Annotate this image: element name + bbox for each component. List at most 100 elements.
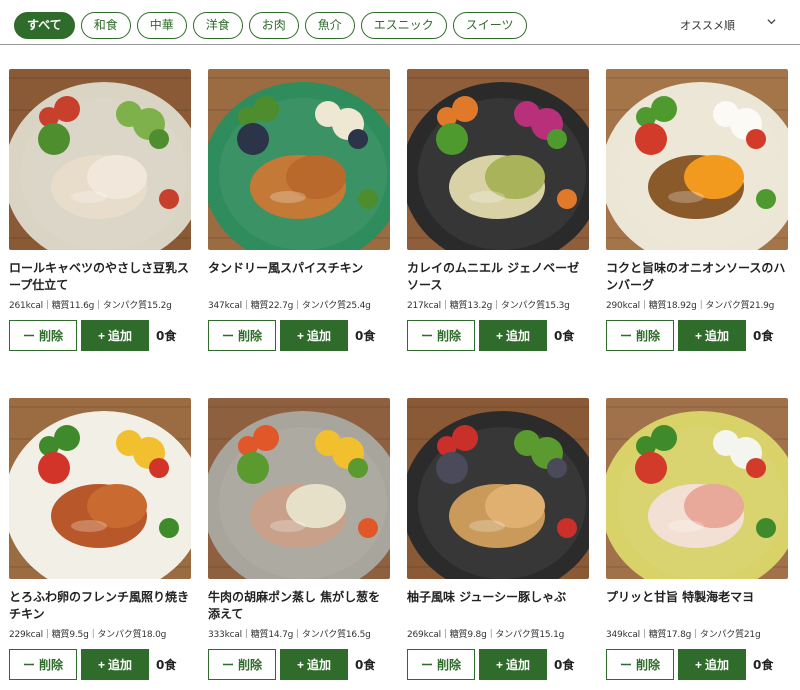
add-label: 追加 bbox=[506, 658, 531, 672]
delete-label: 削除 bbox=[238, 658, 263, 672]
meal-photo[interactable] bbox=[606, 69, 788, 250]
meal-name[interactable]: タンドリー風スパイスチキン bbox=[208, 260, 390, 294]
meal-photo[interactable] bbox=[407, 398, 589, 579]
filter-chip-western[interactable]: 洋食 bbox=[192, 12, 243, 39]
meal-name[interactable]: とろふわ卵のフレンチ風照り焼きチキン bbox=[9, 589, 191, 623]
meal-name[interactable]: プリッと甘旨 特製海老マヨ bbox=[606, 589, 788, 623]
delete-label: 削除 bbox=[636, 329, 661, 343]
meal-photo[interactable] bbox=[407, 69, 589, 250]
delete-button[interactable]: ー 削除 bbox=[407, 649, 475, 680]
delete-label: 削除 bbox=[238, 329, 263, 343]
quantity-display: 0食 bbox=[554, 327, 574, 344]
quantity-display: 0食 bbox=[355, 327, 375, 344]
category-filter-chips: すべて 和食 中華 洋食 お肉 魚介 エスニック スイーツ bbox=[14, 12, 527, 39]
meal-photo[interactable] bbox=[208, 398, 390, 579]
filter-chip-meat[interactable]: お肉 bbox=[248, 12, 299, 39]
meal-actions: ー 削除 + 追加 0食 bbox=[407, 320, 589, 351]
delete-button[interactable]: ー 削除 bbox=[9, 320, 77, 351]
meal-nutrition: 217kcal｜糖質13.2g｜タンパク質15.3g bbox=[407, 301, 570, 311]
delete-button[interactable]: ー 削除 bbox=[606, 649, 674, 680]
delete-button[interactable]: ー 削除 bbox=[208, 320, 276, 351]
minus-icon: ー bbox=[22, 329, 35, 343]
minus-icon: ー bbox=[22, 658, 35, 672]
meal-card: カレイのムニエル ジェノベーゼソース 217kcal｜糖質13.2g｜タンパク質… bbox=[407, 69, 589, 351]
food-photo-graphic bbox=[606, 398, 788, 579]
add-button[interactable]: + 追加 bbox=[81, 649, 149, 680]
filter-chip-chinese[interactable]: 中華 bbox=[136, 12, 187, 39]
meal-nutrition: 349kcal｜糖質17.8g｜タンパク質21g bbox=[606, 630, 761, 640]
meal-card: プリッと甘旨 特製海老マヨ 349kcal｜糖質17.8g｜タンパク質21g ー… bbox=[606, 398, 788, 680]
quantity-display: 0食 bbox=[156, 327, 176, 344]
meal-name[interactable]: ロールキャベツのやさしさ豆乳スープ仕立て bbox=[9, 260, 191, 294]
plus-icon: + bbox=[495, 657, 503, 672]
quantity-display: 0食 bbox=[355, 656, 375, 673]
meal-name[interactable]: 柚子風味 ジューシー豚しゃぶ bbox=[407, 589, 589, 623]
meal-actions: ー 削除 + 追加 0食 bbox=[407, 649, 589, 680]
add-button[interactable]: + 追加 bbox=[479, 320, 547, 351]
quantity-unit: 食 bbox=[562, 329, 575, 343]
meal-photo[interactable] bbox=[9, 69, 191, 250]
quantity-unit: 食 bbox=[761, 329, 774, 343]
delete-label: 削除 bbox=[636, 658, 661, 672]
add-button[interactable]: + 追加 bbox=[280, 649, 348, 680]
delete-button[interactable]: ー 削除 bbox=[208, 649, 276, 680]
food-photo-graphic bbox=[9, 398, 191, 579]
add-label: 追加 bbox=[705, 658, 730, 672]
add-label: 追加 bbox=[307, 658, 332, 672]
quantity-unit: 食 bbox=[363, 329, 376, 343]
plus-icon: + bbox=[296, 328, 304, 343]
meal-name[interactable]: 牛肉の胡麻ポン蒸し 焦がし葱を添えて bbox=[208, 589, 390, 623]
filter-chip-ethnic[interactable]: エスニック bbox=[360, 12, 447, 39]
filter-chip-seafood[interactable]: 魚介 bbox=[304, 12, 355, 39]
food-photo-graphic bbox=[606, 69, 788, 250]
meal-photo[interactable] bbox=[9, 398, 191, 579]
food-photo-graphic bbox=[208, 69, 390, 250]
quantity-unit: 食 bbox=[164, 658, 177, 672]
food-photo-graphic bbox=[407, 69, 589, 250]
meal-name[interactable]: コクと旨味のオニオンソースのハンバーグ bbox=[606, 260, 788, 294]
food-photo-graphic bbox=[208, 398, 390, 579]
add-button[interactable]: + 追加 bbox=[678, 649, 746, 680]
plus-icon: + bbox=[296, 657, 304, 672]
filter-chip-all[interactable]: すべて bbox=[14, 12, 75, 39]
add-label: 追加 bbox=[108, 658, 133, 672]
add-button[interactable]: + 追加 bbox=[81, 320, 149, 351]
meal-card: 柚子風味 ジューシー豚しゃぶ 269kcal｜糖質9.8g｜タンパク質15.1g… bbox=[407, 398, 589, 680]
plus-icon: + bbox=[694, 328, 702, 343]
add-button[interactable]: + 追加 bbox=[678, 320, 746, 351]
add-label: 追加 bbox=[506, 329, 531, 343]
chevron-down-icon[interactable] bbox=[767, 17, 776, 26]
plus-icon: + bbox=[97, 657, 105, 672]
delete-label: 削除 bbox=[39, 658, 64, 672]
plus-icon: + bbox=[97, 328, 105, 343]
delete-label: 削除 bbox=[39, 329, 64, 343]
meal-card: 牛肉の胡麻ポン蒸し 焦がし葱を添えて 333kcal｜糖質14.7g｜タンパク質… bbox=[208, 398, 390, 680]
plus-icon: + bbox=[495, 328, 503, 343]
filter-chip-sweets[interactable]: スイーツ bbox=[452, 12, 527, 39]
meal-name[interactable]: カレイのムニエル ジェノベーゼソース bbox=[407, 260, 589, 294]
meal-card: コクと旨味のオニオンソースのハンバーグ 290kcal｜糖質18.92g｜タンパ… bbox=[606, 69, 788, 351]
meal-nutrition: 261kcal｜糖質11.6g｜タンパク質15.2g bbox=[9, 301, 172, 311]
meal-actions: ー 削除 + 追加 0食 bbox=[208, 649, 390, 680]
quantity-unit: 食 bbox=[363, 658, 376, 672]
meal-photo[interactable] bbox=[606, 398, 788, 579]
quantity-display: 0食 bbox=[156, 656, 176, 673]
delete-label: 削除 bbox=[437, 329, 462, 343]
delete-button[interactable]: ー 削除 bbox=[9, 649, 77, 680]
meal-photo[interactable] bbox=[208, 69, 390, 250]
add-button[interactable]: + 追加 bbox=[280, 320, 348, 351]
minus-icon: ー bbox=[420, 329, 433, 343]
filter-chip-japanese[interactable]: 和食 bbox=[80, 12, 131, 39]
meal-actions: ー 削除 + 追加 0食 bbox=[606, 320, 788, 351]
add-button[interactable]: + 追加 bbox=[479, 649, 547, 680]
meal-card: ロールキャベツのやさしさ豆乳スープ仕立て 261kcal｜糖質11.6g｜タンパ… bbox=[9, 69, 191, 351]
delete-button[interactable]: ー 削除 bbox=[606, 320, 674, 351]
sort-select[interactable]: オススメ順 bbox=[680, 17, 735, 33]
meal-nutrition: 333kcal｜糖質14.7g｜タンパク質16.5g bbox=[208, 630, 371, 640]
delete-button[interactable]: ー 削除 bbox=[407, 320, 475, 351]
quantity-unit: 食 bbox=[761, 658, 774, 672]
meal-nutrition: 269kcal｜糖質9.8g｜タンパク質15.1g bbox=[407, 630, 565, 640]
add-label: 追加 bbox=[705, 329, 730, 343]
quantity-display: 0食 bbox=[753, 656, 773, 673]
quantity-display: 0食 bbox=[753, 327, 773, 344]
